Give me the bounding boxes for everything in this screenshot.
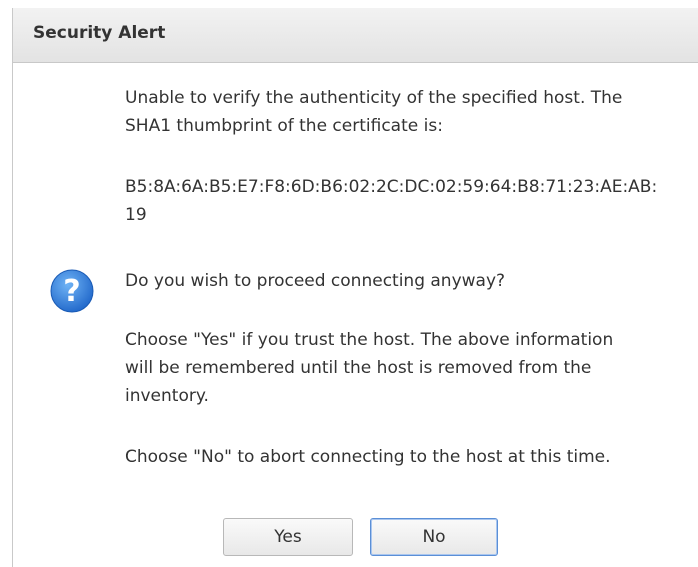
dialog-title: Security Alert bbox=[33, 23, 166, 43]
proceed-question: Do you wish to proceed connecting anyway… bbox=[125, 271, 506, 291]
certificate-thumbprint: B5:8A:6A:B5:E7:F8:6D:B6:02:2C:DC:02:59:6… bbox=[125, 177, 658, 225]
question-icon: ? bbox=[50, 269, 94, 313]
yes-button[interactable]: Yes bbox=[223, 518, 353, 556]
no-button[interactable]: No bbox=[370, 518, 498, 556]
no-explanation: Choose "No" to abort connecting to the h… bbox=[125, 447, 611, 467]
verify-message: Unable to verify the authenticity of the… bbox=[125, 88, 623, 136]
dialog-titlebar[interactable]: Security Alert bbox=[13, 8, 698, 63]
security-alert-dialog: Security Alert ? Unable to verify the au… bbox=[12, 8, 698, 567]
svg-text:?: ? bbox=[63, 274, 80, 309]
yes-explanation: Choose "Yes" if you trust the host. The … bbox=[125, 330, 614, 406]
